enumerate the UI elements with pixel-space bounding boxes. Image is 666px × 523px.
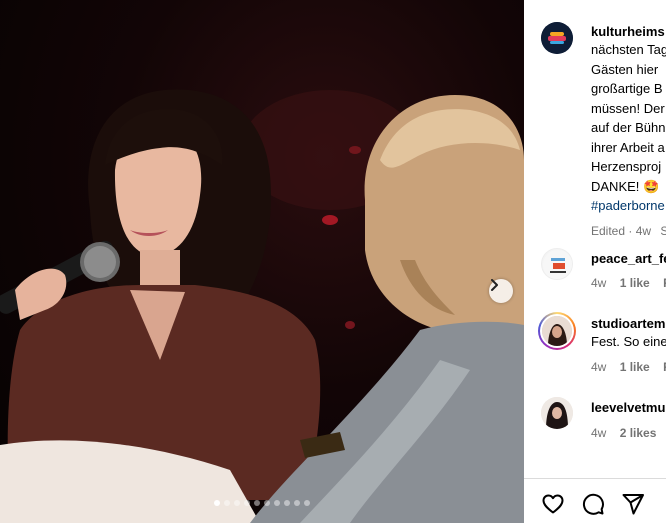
carousel-dot: [234, 500, 240, 506]
heart-icon: [542, 494, 564, 514]
caption-line: Herzensproj: [591, 159, 662, 174]
carousel-dot: [264, 500, 270, 506]
commenter-photo: [542, 316, 572, 346]
comment-likes[interactable]: 1 like: [620, 276, 650, 290]
caption-line: großartige B: [591, 81, 663, 96]
post-side-panel: kulturheims nächsten Tag Gästen hier gro…: [524, 0, 666, 523]
comment-meta: 4w 2 likes Re: [591, 426, 666, 440]
peace-art-logo: [543, 250, 572, 279]
carousel-dot: [224, 500, 230, 506]
post-meta: Edited · 4w S: [591, 222, 666, 242]
caption-line: DANKE! 🤩: [591, 178, 660, 194]
concert-photo: [0, 89, 524, 523]
carousel-dot: [304, 500, 310, 506]
paper-plane-icon: [622, 494, 644, 515]
post-edited-time: Edited · 4w: [591, 223, 652, 238]
caption-line: Gästen hier: [591, 61, 659, 77]
carousel-dot: [214, 500, 220, 506]
carousel-dot: [274, 500, 280, 506]
comment-age: 4w: [591, 276, 607, 290]
commenter-photo: [541, 397, 573, 429]
caption-line: ihrer Arbeit a: [591, 139, 665, 155]
share-button[interactable]: [621, 492, 645, 516]
like-button[interactable]: [541, 492, 565, 516]
comment-text: Fest. So eine: [591, 334, 666, 349]
kulturheim-logo: [541, 22, 573, 54]
caption-hashtag[interactable]: #paderborne: [591, 196, 666, 216]
commenter-avatar[interactable]: [541, 248, 573, 280]
carousel-dot: [254, 500, 260, 506]
caption-line: auf der Bühn: [591, 120, 666, 135]
caption-line: müssen! Der: [591, 100, 665, 116]
comment-username[interactable]: leevelvetmu: [591, 400, 665, 415]
post-caption: nächsten Tag Gästen hier großartige B mü…: [591, 40, 666, 241]
comment-username[interactable]: studioartem: [591, 316, 665, 331]
post-photo[interactable]: [0, 0, 524, 523]
story-ring[interactable]: [538, 312, 576, 350]
caption-line: nächsten Tag: [591, 42, 666, 57]
post-author-avatar[interactable]: [541, 22, 573, 54]
comment-likes[interactable]: 2 likes: [620, 426, 657, 440]
comment-likes[interactable]: 1 like: [620, 360, 650, 374]
post-author-username[interactable]: kulturheims: [591, 24, 665, 39]
comment-age: 4w: [591, 426, 607, 440]
carousel-next-button[interactable]: [489, 279, 513, 303]
carousel-dot: [244, 500, 250, 506]
carousel-dot: [294, 500, 300, 506]
post-action-bar: [524, 478, 666, 523]
comment-button[interactable]: [581, 492, 605, 516]
post-see-translation[interactable]: S: [660, 224, 666, 238]
comment-meta: 4w 1 like Re: [591, 276, 666, 290]
comment-username[interactable]: peace_art_fe: [591, 251, 666, 266]
comment-meta: 4w 1 like Re: [591, 360, 666, 374]
carousel-dot: [284, 500, 290, 506]
comment-age: 4w: [591, 360, 607, 374]
chevron-right-icon: [491, 279, 498, 291]
commenter-avatar: [542, 316, 572, 346]
commenter-avatar[interactable]: [541, 397, 573, 429]
carousel-indicator: [0, 500, 524, 506]
comment-bubble-icon: [582, 493, 604, 515]
